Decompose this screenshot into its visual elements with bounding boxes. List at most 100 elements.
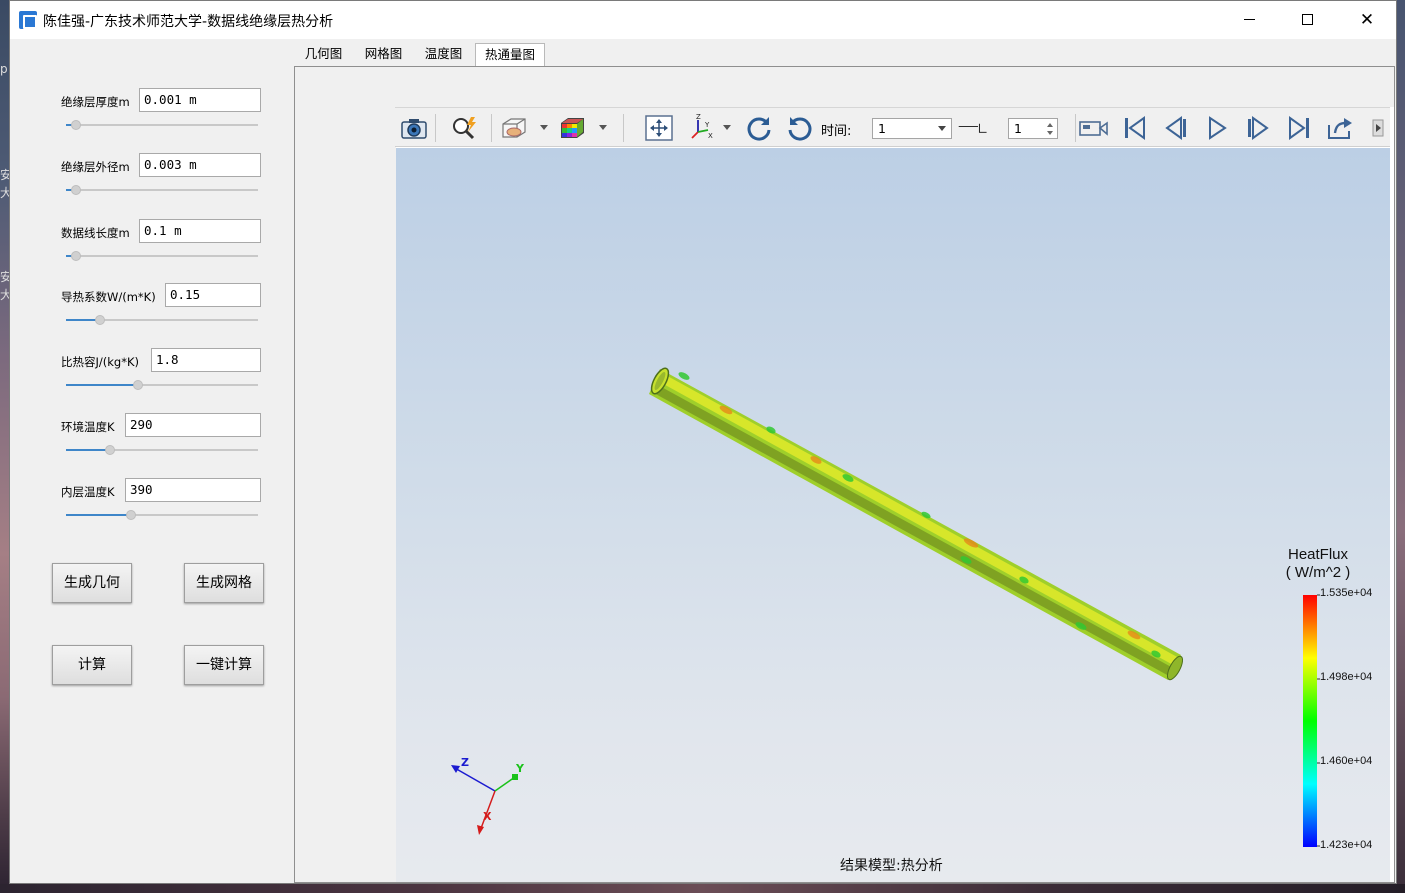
minimize-button[interactable] <box>1226 1 1272 39</box>
svg-text:Z: Z <box>696 114 701 121</box>
fit-view-icon[interactable] <box>644 114 674 142</box>
inner-temperature-input[interactable]: 390 <box>125 478 261 502</box>
slider-fill <box>66 384 138 386</box>
compute-button[interactable]: 计算 <box>52 645 132 685</box>
outer-diameter-input[interactable]: 0.003 m <box>139 153 261 177</box>
tab-heat-flux[interactable]: 热通量图 <box>475 43 545 68</box>
time-select-value: 1 <box>878 121 886 136</box>
colorbar-tick-max: 1.535e+04 <box>1320 587 1373 599</box>
specific-heat-input[interactable]: 1.8 <box>151 348 261 372</box>
pane-margin <box>295 67 396 882</box>
first-frame-icon[interactable] <box>1120 114 1150 142</box>
svg-text:X: X <box>708 132 713 140</box>
ambient-temperature-input[interactable]: 290 <box>125 413 261 437</box>
slider-groove <box>66 124 258 126</box>
colorbar-unit: ( W/m^2 ) <box>1285 564 1351 581</box>
result-viewport[interactable]: Z Y X HeatFlux ( W/m^2 ) 1.535e+04 1.498… <box>396 148 1390 882</box>
minimize-icon <box>1243 19 1255 20</box>
step-spinbox-value: 1 <box>1014 121 1022 136</box>
last-frame-icon[interactable] <box>1284 114 1314 142</box>
specific-heat-slider[interactable] <box>66 380 258 390</box>
thermal-conductivity-slider[interactable] <box>66 315 258 325</box>
generate-geometry-button[interactable]: 生成几何 <box>52 563 132 603</box>
colorbar-tick: 1.460e+04 <box>1320 755 1373 767</box>
video-record-icon[interactable] <box>1079 114 1109 142</box>
slider-handle[interactable] <box>105 445 116 455</box>
slider-handle[interactable] <box>71 185 81 195</box>
cable-length-input[interactable]: 0.1 m <box>139 219 261 243</box>
tube-highlight <box>658 373 1179 666</box>
parameter-panel: 绝缘层厚度m 0.001 m 绝缘层外径m 0.003 m 数据线长度m 0.1… <box>10 39 293 883</box>
cable-length-label: 数据线长度m <box>61 226 130 240</box>
svg-text:Y: Y <box>704 121 710 129</box>
prev-frame-icon[interactable] <box>1161 114 1191 142</box>
slider-fill <box>66 449 111 451</box>
slider-handle[interactable] <box>95 315 106 325</box>
next-frame-icon[interactable] <box>1243 114 1273 142</box>
title-bar[interactable]: 陈佳强-广东技术师范大学-数据线绝缘层热分析 ✕ <box>10 1 1396 39</box>
slider-handle[interactable] <box>71 251 81 261</box>
one-click-compute-button[interactable]: 一键计算 <box>184 645 264 685</box>
play-icon[interactable] <box>1202 114 1232 142</box>
toolbar-separator <box>491 114 492 142</box>
maximize-icon <box>1301 14 1313 25</box>
colorbar-tick-min: 1.423e+04 <box>1320 839 1373 851</box>
generate-mesh-button[interactable]: 生成网格 <box>184 563 264 603</box>
chevron-down-icon[interactable] <box>723 125 731 130</box>
inner-temperature-slider[interactable] <box>66 510 258 520</box>
chevron-down-icon[interactable] <box>540 125 548 130</box>
close-icon: ✕ <box>1359 10 1375 30</box>
slider-handle[interactable] <box>71 120 81 130</box>
outer-diameter-slider[interactable] <box>66 185 258 195</box>
axis-z-label: Z <box>461 756 469 769</box>
rotate-ccw-icon[interactable] <box>785 114 815 142</box>
slider-groove <box>66 189 258 191</box>
app-icon <box>19 11 37 29</box>
viewer-toolbar: ZYX 时间: 1 1 <box>395 107 1390 147</box>
insulation-thickness-slider[interactable] <box>66 120 258 130</box>
spin-down-icon[interactable] <box>1047 131 1053 135</box>
colorbar-tick: 1.498e+04 <box>1320 671 1373 683</box>
insulation-thickness-label: 绝缘层厚度m <box>61 95 130 109</box>
rotate-cw-icon[interactable] <box>744 114 774 142</box>
cable-length-slider[interactable] <box>66 251 258 261</box>
slider-handle[interactable] <box>132 380 143 390</box>
step-spinbox[interactable]: 1 <box>1008 118 1058 139</box>
pane-margin <box>396 67 1394 107</box>
inner-temperature-label: 内层温度K <box>61 485 115 499</box>
result-model-label: 结果模型:热分析 <box>840 858 943 874</box>
tab-geometry[interactable]: 几何图 <box>295 43 352 67</box>
time-select[interactable]: 1 <box>872 118 952 139</box>
tab-mesh[interactable]: 网格图 <box>355 43 412 67</box>
axes-triad: Z Y X <box>451 756 525 835</box>
color-cube-icon[interactable] <box>557 114 587 142</box>
toolbar-overflow-icon[interactable] <box>1370 114 1386 142</box>
thermal-conductivity-input[interactable]: 0.15 <box>165 283 261 307</box>
specific-heat-label: 比热容J/(kg*K) <box>61 355 139 369</box>
wireframe-box-icon[interactable] <box>499 114 529 142</box>
insulation-thickness-input[interactable]: 0.001 m <box>139 88 261 112</box>
ambient-temperature-slider[interactable] <box>66 445 258 455</box>
desktop-right-edge <box>1397 0 1405 884</box>
chevron-down-icon[interactable] <box>599 125 607 130</box>
slider-fill <box>66 514 132 516</box>
maximize-button[interactable] <box>1284 1 1330 39</box>
tab-temperature[interactable]: 温度图 <box>415 43 472 67</box>
slider-groove <box>66 255 258 257</box>
magnifier-probe-icon[interactable] <box>450 114 480 142</box>
chevron-down-icon <box>938 126 946 131</box>
export-icon[interactable] <box>1325 114 1355 142</box>
step-line-icon <box>958 114 988 142</box>
toolbar-separator <box>623 114 624 142</box>
cable-tube[interactable] <box>648 366 1185 682</box>
slider-handle[interactable] <box>126 510 137 520</box>
axis-y-label: Y <box>515 762 525 775</box>
spin-up-icon[interactable] <box>1047 123 1053 127</box>
toolbar-separator <box>435 114 436 142</box>
window-title: 陈佳强-广东技术师范大学-数据线绝缘层热分析 <box>43 14 334 30</box>
camera-icon[interactable] <box>399 114 429 142</box>
axes-triad-icon[interactable]: ZYX <box>686 114 716 142</box>
time-label: 时间: <box>821 124 852 139</box>
close-button[interactable]: ✕ <box>1344 1 1390 39</box>
ambient-temperature-label: 环境温度K <box>61 420 115 434</box>
